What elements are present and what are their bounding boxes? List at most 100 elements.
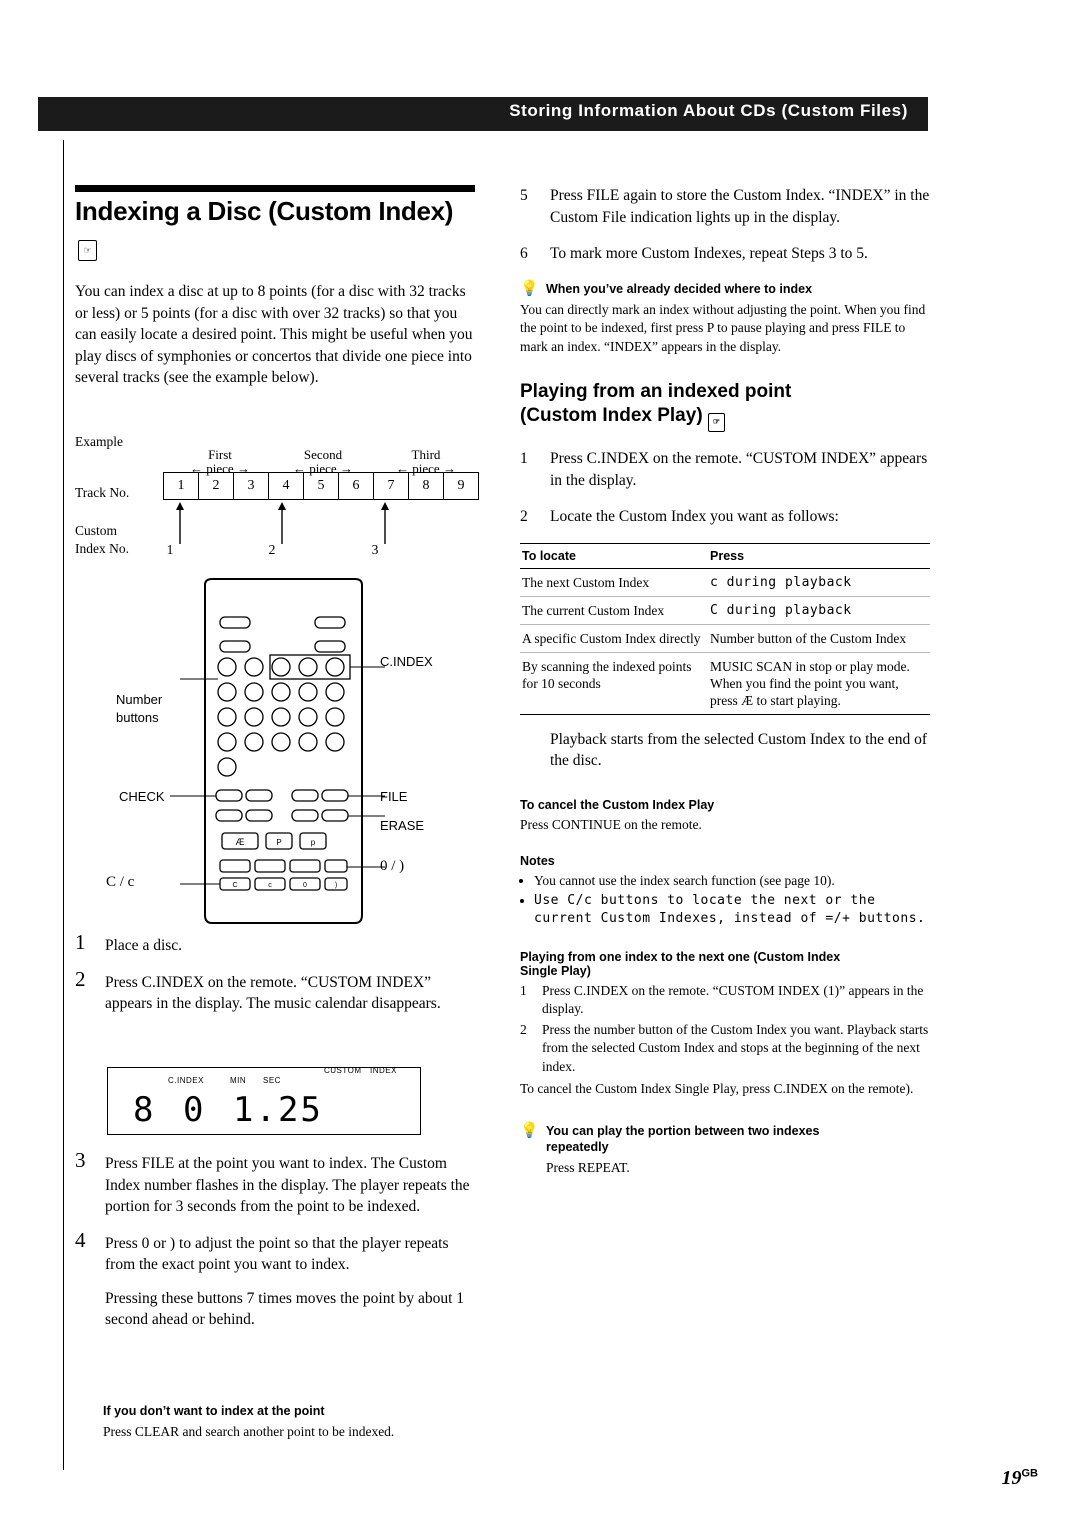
track-cell: 1 (163, 472, 199, 500)
note-item: You cannot use the index search function… (534, 872, 935, 891)
track-table: 123456789 (163, 472, 479, 500)
left-steps: 1 Place a disc. 2 Press C.INDEX on the r… (75, 930, 475, 1030)
cancel-body: Press CONTINUE on the remote. (520, 816, 702, 832)
display-panel: C.INDEX MIN SEC CUSTOM INDEX 8 0 1.25 (107, 1066, 421, 1135)
custom-index-number: 2 (268, 542, 276, 557)
track-cell: 3 (234, 472, 269, 500)
svg-text:C: C (232, 882, 237, 889)
left-steps-continued: 3 Press FILE at the point you want to in… (75, 1148, 475, 1346)
step-number: 2 (520, 1021, 527, 1037)
svg-text:): ) (335, 882, 337, 889)
note-item: Use C/c buttons to locate the next or th… (534, 892, 935, 928)
example-label: Example (75, 434, 123, 449)
cell-locate: The current Custom Index (520, 596, 708, 625)
tip-title-line2: repeatedly (546, 1139, 609, 1154)
display-sec-label: SEC (263, 1076, 281, 1085)
after-table-text: Playback starts from the selected Custom… (550, 730, 928, 770)
cell-locate: By scanning the indexed points for 10 se… (520, 652, 708, 715)
step-5: 5 Press FILE again to store the Custom I… (520, 185, 935, 228)
notes-list: You cannot use the index search function… (520, 872, 935, 928)
left-note-box: If you don’t want to index at the point … (103, 1403, 493, 1442)
section-banner: Storing Information About CDs (Custom Fi… (38, 97, 928, 131)
step-number: 4 (75, 1227, 86, 1252)
callout-c-index: C.INDEX (380, 654, 433, 669)
step-number: 2 (520, 508, 528, 525)
step-number: 1 (75, 930, 86, 954)
step-text: Press FILE at the point you want to inde… (105, 1155, 470, 1215)
cell-locate: The next Custom Index (520, 568, 708, 597)
display-disc-number: 8 (133, 1090, 156, 1130)
step-text: To mark more Custom Indexes, repeat Step… (550, 245, 868, 262)
svg-text:Æ: Æ (236, 837, 245, 847)
custom-index-number: 3 (371, 542, 379, 557)
step-4: 4 Press 0 or ) to adjust the point so th… (75, 1227, 475, 1331)
cell-press: Number button of the Custom Index (708, 624, 930, 653)
callout-file: FILE (380, 789, 408, 804)
display-index-label: INDEX (370, 1066, 397, 1075)
cell-locate: A specific Custom Index directly (520, 624, 708, 653)
custom-index-number: 1 (166, 542, 174, 557)
left-note-title: If you don’t want to index at the point (103, 1404, 325, 1418)
step-text: Press 0 or ) to adjust the point so that… (105, 1234, 449, 1274)
step-number: 1 (520, 982, 527, 998)
play-step-1: 1 Press C.INDEX on the remote. “CUSTOM I… (520, 448, 935, 491)
track-cell: 5 (304, 472, 339, 500)
cell-press: C during playback (708, 596, 930, 625)
section-playing-indexed-point: Playing from an indexed point (Custom In… (520, 380, 935, 432)
single-play-title-2: Single Play) (520, 963, 591, 978)
display-min-label: MIN (230, 1076, 247, 1085)
display-track-number: 0 (183, 1090, 206, 1130)
page-frame-left-rule (63, 140, 64, 1470)
remote-hint-icon: ☞ (78, 240, 97, 261)
table-row: The next Custom Index c during playback (520, 568, 930, 597)
tip-title-line1: You can play the portion between two ind… (546, 1123, 820, 1138)
play-step-2: 2 Locate the Custom Index you want as fo… (520, 506, 935, 528)
right-column: 5 Press FILE again to store the Custom I… (520, 185, 935, 1177)
table-row: By scanning the indexed points for 10 se… (520, 652, 930, 715)
step-text: Press the number button of the Custom In… (542, 1021, 929, 1074)
callout-check: CHECK (119, 789, 165, 804)
svg-text:c: c (268, 882, 272, 889)
svg-text:0: 0 (303, 882, 307, 889)
remote-hint-icon-small: ☞ (707, 413, 725, 432)
page-title: Indexing a Disc (Custom Index) (75, 196, 454, 226)
step-number: 5 (520, 187, 528, 204)
track-no-label: Track No. (75, 485, 130, 500)
track-cell: 8 (409, 472, 444, 500)
section-title-line2: (Custom Index Play) ☞ (520, 404, 935, 432)
cell-press: c during playback (708, 568, 930, 597)
track-cell: 9 (444, 472, 479, 500)
step-3: 3 Press FILE at the point you want to in… (75, 1148, 475, 1218)
step-text: Press FILE again to store the Custom Ind… (550, 187, 930, 226)
callout-prev-next: 0 / ) (380, 858, 405, 874)
step-number: 3 (75, 1148, 86, 1172)
display-custom-label: CUSTOM (324, 1066, 362, 1075)
track-cell: 7 (374, 472, 409, 500)
page-number: 19GB (1001, 1467, 1039, 1489)
lightbulb-icon: 💡 (520, 1122, 539, 1139)
track-cell: 6 (339, 472, 374, 500)
col-header-to-locate: To locate (520, 543, 708, 569)
tip-body: Press REPEAT. (546, 1159, 630, 1175)
table-header-row: To locate Press (520, 543, 930, 569)
callout-number-buttons-1: Number (116, 692, 163, 707)
step-4-extra: Pressing these buttons 7 times moves the… (105, 1289, 465, 1329)
col-header-press: Press (708, 543, 930, 569)
svg-text:p: p (311, 838, 316, 847)
tip-body: You can directly mark an index without a… (520, 301, 926, 354)
step-text: Press C.INDEX on the remote. “CUSTOM IND… (105, 973, 441, 1013)
lightbulb-icon: 💡 (520, 280, 539, 297)
svg-text:P: P (276, 838, 281, 847)
page-root: Storing Information About CDs (Custom Fi… (0, 0, 1080, 1528)
cell-press: MUSIC SCAN in stop or play mode. When yo… (708, 652, 930, 715)
display-c-index-label: C.INDEX (168, 1076, 204, 1085)
left-note-body: Press CLEAR and search another point to … (103, 1424, 395, 1439)
custom-index-no-label-1: Custom (75, 523, 118, 538)
tip-repeat-portion: 💡 You can play the portion between two i… (520, 1123, 935, 1178)
banner-title: Storing Information About CDs (Custom Fi… (509, 101, 908, 120)
track-cell: 4 (269, 472, 304, 500)
callout-number-buttons-2: buttons (116, 710, 159, 725)
table-row: A specific Custom Index directly Number … (520, 624, 930, 653)
display-time: 1.25 (233, 1090, 323, 1130)
callout-scan-buttons: C / c (106, 874, 135, 890)
